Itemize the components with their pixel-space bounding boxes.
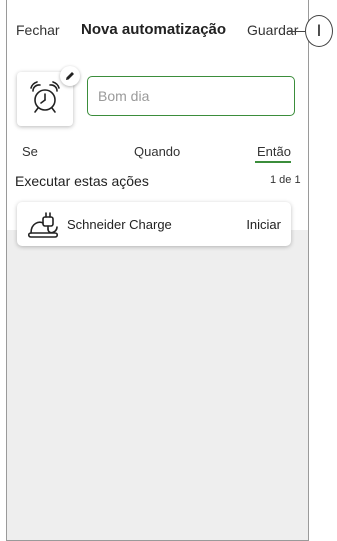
pencil-icon <box>66 72 74 80</box>
page-title: Nova automatização <box>81 21 227 38</box>
tab-se[interactable]: Se <box>22 144 38 159</box>
automation-name-input[interactable] <box>87 76 295 116</box>
tab-entao[interactable]: Então <box>257 144 291 159</box>
tab-quando[interactable]: Quando <box>134 144 180 159</box>
save-button[interactable]: Guardar <box>247 22 298 38</box>
app-screen: Fechar Nova automatização Guardar Se Q <box>6 0 309 541</box>
callout-connector <box>288 31 305 32</box>
close-button[interactable]: Fechar <box>16 22 60 38</box>
header-bar: Fechar Nova automatização Guardar <box>7 20 308 42</box>
callout-marker: I <box>305 15 333 47</box>
callout-label: I <box>316 21 322 40</box>
content-background <box>7 230 308 540</box>
action-count: 1 de 1 <box>270 174 301 186</box>
active-tab-indicator <box>255 161 291 163</box>
action-item-schneider-charge[interactable]: Schneider Charge Iniciar <box>17 202 291 246</box>
action-device-label: Schneider Charge <box>67 217 172 232</box>
ev-charger-icon <box>27 212 59 238</box>
section-title: Executar estas ações <box>15 173 149 189</box>
action-command-label: Iniciar <box>246 217 281 232</box>
edit-icon-button[interactable] <box>60 66 80 86</box>
